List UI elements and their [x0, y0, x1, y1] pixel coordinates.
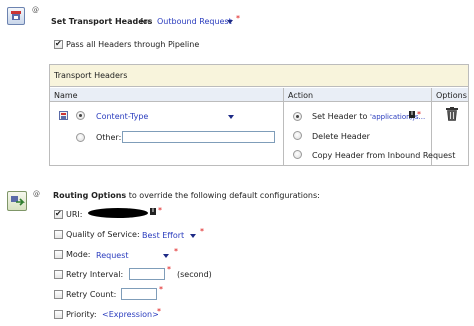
retry-interval-checkbox[interactable] [54, 270, 63, 279]
uri-checkbox[interactable] [54, 209, 63, 219]
required-marker: * [200, 227, 204, 236]
delete-header-label: Delete Header [312, 132, 370, 141]
qos-dropdown-arrow[interactable] [190, 234, 196, 238]
transport-headers-icon[interactable] [7, 7, 25, 25]
for-select[interactable]: Outbound Request [157, 17, 232, 27]
qos-checkbox[interactable] [54, 230, 63, 239]
mode-select[interactable]: Request [96, 251, 129, 261]
header-name-radio[interactable] [76, 111, 85, 120]
required-marker: * [157, 307, 161, 316]
mode-dropdown-arrow[interactable] [163, 254, 169, 258]
retry-interval-unit: (second) [177, 270, 212, 279]
other-input[interactable] [122, 131, 275, 143]
required-marker: * [174, 247, 178, 256]
uri-label: URI: [66, 210, 83, 219]
required-marker: * [158, 206, 162, 215]
other-radio[interactable] [76, 133, 85, 142]
header-expression-icon[interactable] [59, 111, 68, 120]
column-header-options: Options [436, 91, 467, 100]
panel-title: Transport Headers [54, 71, 128, 80]
retry-count-input[interactable] [121, 288, 157, 300]
for-label: for [140, 17, 151, 26]
priority-expression-link[interactable]: <Expression> [102, 310, 159, 320]
required-marker: * [167, 265, 171, 274]
info-icon[interactable]: i [150, 208, 156, 215]
other-label: Other: [96, 133, 122, 142]
set-transport-headers-label: Set Transport Headers [51, 17, 153, 26]
routing-options-header: Routing Options to override the followin… [53, 191, 320, 201]
delete-header-radio[interactable] [293, 131, 302, 140]
header-name-select[interactable]: Content-Type [96, 112, 148, 122]
pass-all-headers-label: Pass all Headers through Pipeline [66, 40, 200, 49]
delete-icon[interactable] [446, 107, 458, 121]
copy-header-label: Copy Header from Inbound Request [312, 151, 456, 160]
routing-options-icon[interactable] [7, 191, 27, 211]
set-header-radio[interactable] [293, 112, 302, 121]
at-marker: @ [33, 190, 40, 198]
qos-label: Quality of Service: [66, 230, 140, 239]
required-marker: * [417, 110, 421, 119]
uri-value-redacted [88, 208, 148, 218]
required-marker: * [159, 285, 163, 294]
info-icon[interactable]: i [409, 111, 415, 118]
priority-label: Priority: [66, 310, 97, 319]
mode-label: Mode: [66, 250, 91, 259]
copy-header-radio[interactable] [293, 150, 302, 159]
at-marker: @ [32, 6, 39, 14]
column-header-row [50, 88, 468, 102]
column-header-action: Action [288, 91, 314, 100]
mode-checkbox[interactable] [54, 250, 63, 259]
header-name-dropdown-arrow[interactable] [228, 115, 234, 119]
for-dropdown-arrow[interactable] [227, 20, 233, 24]
retry-interval-label: Retry Interval: [66, 270, 124, 279]
routing-options-title: Routing Options [53, 191, 127, 200]
required-marker: * [236, 14, 240, 23]
set-header-label: Set Header to [312, 112, 368, 121]
qos-select[interactable]: Best Effort [142, 231, 184, 241]
column-divider [283, 88, 284, 165]
retry-interval-input[interactable] [129, 268, 165, 280]
retry-count-label: Retry Count: [66, 290, 117, 299]
priority-checkbox[interactable] [54, 310, 63, 319]
routing-options-subtitle: to override the following default config… [128, 191, 320, 200]
column-header-name: Name [54, 91, 78, 100]
retry-count-checkbox[interactable] [54, 290, 63, 299]
pass-all-headers-checkbox[interactable] [54, 39, 63, 49]
